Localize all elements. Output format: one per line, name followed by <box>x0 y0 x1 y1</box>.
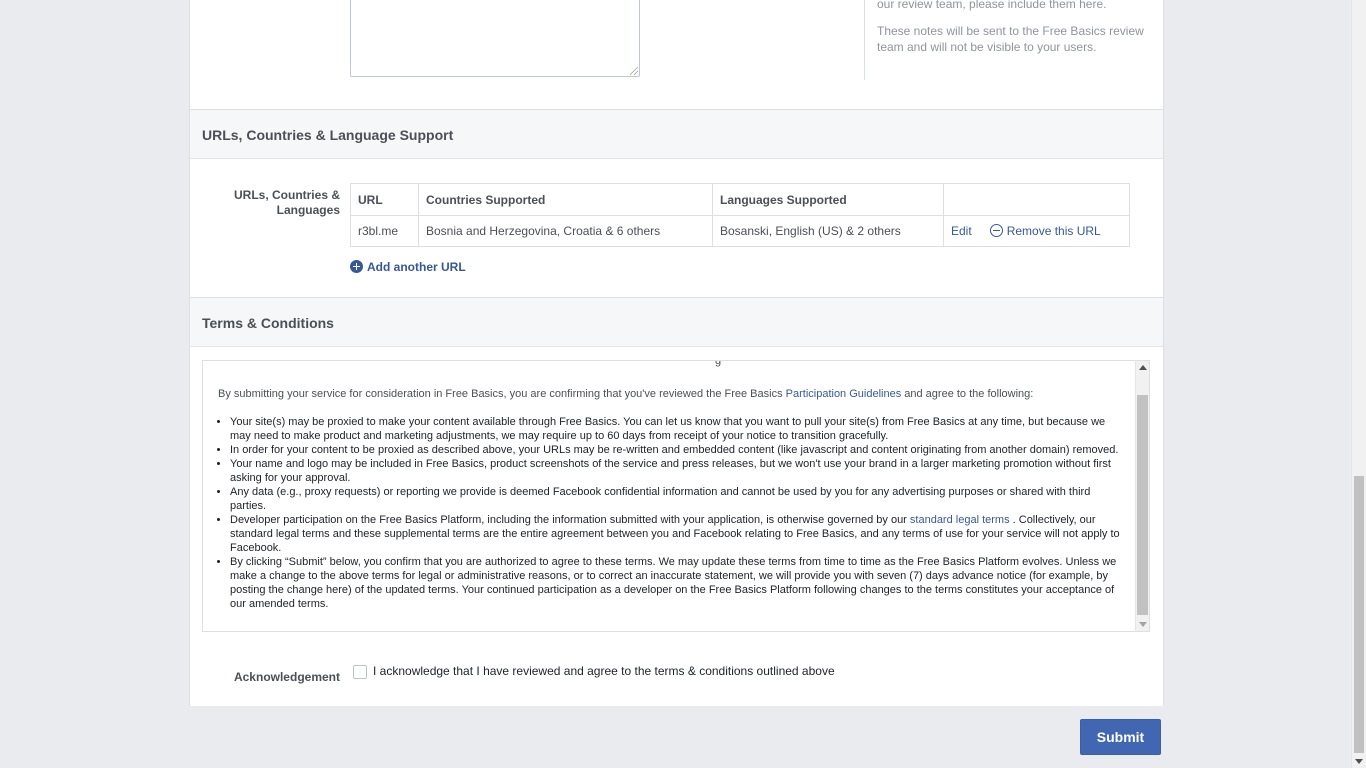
terms-intro-after: and agree to the following: <box>901 388 1034 400</box>
urls-table: URL Countries Supported Languages Suppor… <box>350 183 1130 247</box>
page-scrollbar-thumb[interactable] <box>1354 476 1364 753</box>
terms-intro: By submitting your service for considera… <box>218 387 1123 401</box>
column-header-languages: Languages Supported <box>712 183 944 216</box>
column-header-countries: Countries Supported <box>418 183 713 216</box>
languages-cell: Bosanski, English (US) & 2 others <box>712 215 944 247</box>
table-header-row: URL Countries Supported Languages Suppor… <box>350 183 1130 216</box>
acknowledgement-text[interactable]: I acknowledge that I have reviewed and a… <box>373 664 835 678</box>
terms-list: Your site(s) may be proxied to make your… <box>218 415 1123 611</box>
terms-intro-before: By submitting your service for considera… <box>218 388 786 400</box>
urls-section-title: URLs, Countries & Language Support <box>202 127 454 143</box>
notes-help-column: our review team, please include them her… <box>864 0 1145 80</box>
participation-guidelines-link[interactable]: Participation Guidelines <box>786 388 902 400</box>
page-scroll-down-arrow-icon[interactable] <box>1355 759 1363 764</box>
terms-content: By submitting your service for considera… <box>218 387 1123 611</box>
urls-section-header: URLs, Countries & Language Support <box>190 109 1163 159</box>
terms-item: Your site(s) may be proxied to make your… <box>230 415 1123 443</box>
add-url-button[interactable]: Add another URL <box>350 260 466 274</box>
scroll-up-arrow-icon[interactable] <box>1139 365 1147 370</box>
terms-section-title: Terms & Conditions <box>202 315 334 331</box>
resize-grip-icon[interactable] <box>630 67 638 75</box>
column-header-url: URL <box>350 183 419 216</box>
terms-item: By clicking “Submit” below, you confirm … <box>230 555 1123 611</box>
terms-item: Any data (e.g., proxy requests) or repor… <box>230 485 1123 513</box>
terms-item: Your name and logo may be included in Fr… <box>230 457 1123 485</box>
submission-form-card: g our review team, please include them h… <box>189 0 1164 706</box>
remove-circle-icon[interactable] <box>989 224 1003 237</box>
notes-textarea[interactable] <box>350 0 640 77</box>
column-header-actions <box>943 183 1130 216</box>
terms-scrollbar-thumb[interactable] <box>1137 395 1148 615</box>
standard-legal-terms-link[interactable]: standard legal terms <box>910 514 1010 526</box>
terms-scrollbar[interactable] <box>1135 361 1149 631</box>
submit-button[interactable]: Submit <box>1080 719 1161 755</box>
remove-url-link[interactable]: Remove this URL <box>1007 224 1101 238</box>
terms-cut-text: g <box>715 360 722 367</box>
table-row: r3bl.me Bosnia and Herzegovina, Croatia … <box>350 215 1130 247</box>
actions-cell: Edit Remove this URL <box>943 215 1130 247</box>
notes-help-text-2: These notes will be sent to the Free Bas… <box>877 24 1144 54</box>
terms-section-header: Terms & Conditions <box>190 297 1163 347</box>
scroll-down-arrow-icon[interactable] <box>1139 622 1147 627</box>
terms-scroll-box[interactable]: g By submitting your service for conside… <box>202 360 1150 632</box>
plus-circle-icon <box>350 260 363 273</box>
page-scrollbar[interactable] <box>1351 0 1366 768</box>
url-cell: r3bl.me <box>350 215 419 247</box>
urls-row-label: URLs, Countries & Languages <box>233 188 340 217</box>
terms-item: In order for your content to be proxied … <box>230 443 1123 457</box>
countries-cell: Bosnia and Herzegovina, Croatia & 6 othe… <box>418 215 713 247</box>
acknowledgement-checkbox[interactable] <box>353 665 367 679</box>
terms-item-5-before: Developer participation on the Free Basi… <box>230 514 910 526</box>
notes-help-text-1: our review team, please include them her… <box>877 0 1107 11</box>
acknowledgement-label: Acknowledgement <box>233 670 340 684</box>
add-url-label[interactable]: Add another URL <box>367 260 466 274</box>
terms-item: Developer participation on the Free Basi… <box>230 513 1123 555</box>
edit-url-link[interactable]: Edit <box>951 224 972 238</box>
